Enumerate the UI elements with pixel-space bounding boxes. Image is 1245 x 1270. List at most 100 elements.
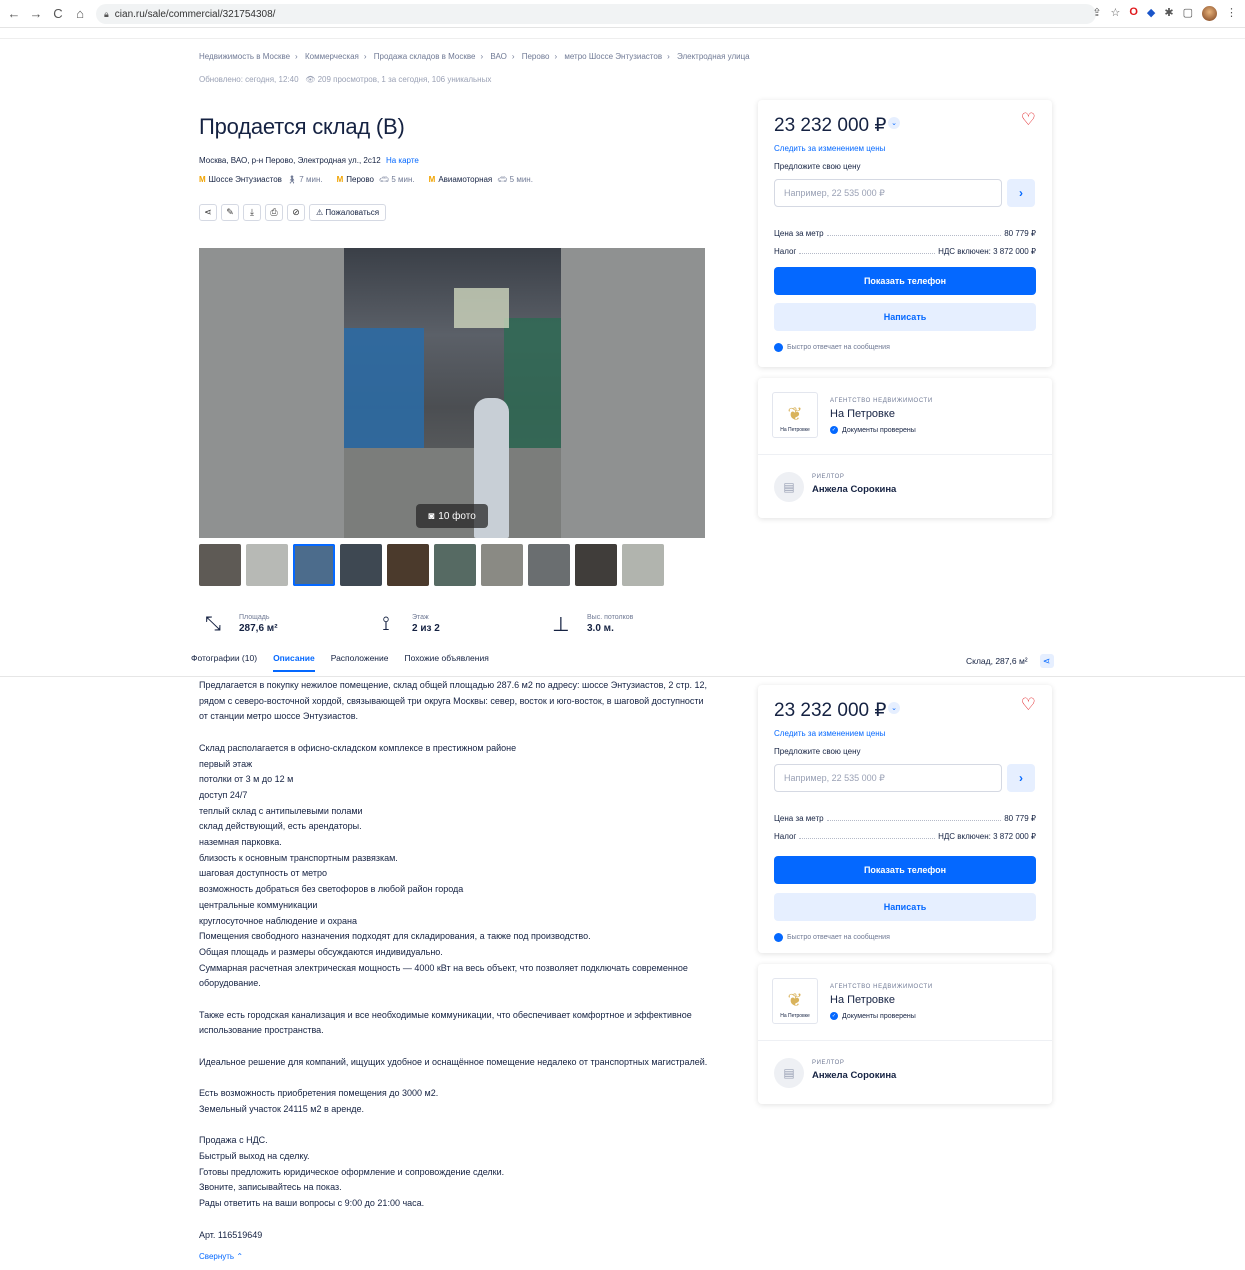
breadcrumb-item[interactable]: Продажа складов в Москве bbox=[374, 52, 476, 61]
description-paragraph: Есть возможность приобретения помещения … bbox=[199, 1088, 439, 1114]
agency-name[interactable]: На Петровке bbox=[830, 994, 895, 1006]
profile-avatar[interactable] bbox=[1202, 6, 1217, 21]
photo-thumbnail[interactable] bbox=[199, 544, 241, 586]
write-message-button[interactable]: Написать bbox=[774, 893, 1036, 921]
price: 23 232 000 ₽ bbox=[774, 700, 887, 721]
agency-name[interactable]: На Петровке bbox=[830, 408, 895, 420]
offer-price-input[interactable]: Например, 22 535 000 ₽ bbox=[774, 179, 1002, 207]
map-link[interactable]: На карте bbox=[386, 156, 419, 165]
bookmark-star-icon[interactable]: ☆ bbox=[1110, 6, 1120, 21]
photo-thumbnail[interactable] bbox=[246, 544, 288, 586]
photo-thumbnail[interactable] bbox=[340, 544, 382, 586]
menu-dots-icon[interactable]: ⋮ bbox=[1226, 6, 1237, 21]
tax-row: Налог НДС включен: 3 872 000 ₽ bbox=[774, 247, 1036, 256]
realtor-name[interactable]: Анжела Сорокина bbox=[812, 1070, 896, 1081]
follow-price-link[interactable]: Следить за изменением цены bbox=[774, 144, 885, 153]
photo-thumbnail[interactable] bbox=[481, 544, 523, 586]
realtor-name[interactable]: Анжела Сорокина bbox=[812, 484, 896, 495]
share-icon[interactable]: ⋖ bbox=[199, 204, 217, 221]
agency-logo-mark-icon: ❦ bbox=[787, 404, 803, 424]
description-paragraph: Также есть городская канализация и все н… bbox=[199, 1009, 692, 1036]
extensions-puzzle-icon[interactable]: ✱ bbox=[1164, 6, 1173, 21]
breadcrumb-item[interactable]: метро Шоссе Энтузиастов bbox=[564, 52, 662, 61]
metro-item[interactable]: M Шоссе Энтузиастов 🚶︎ 7 мин. bbox=[199, 175, 323, 184]
tax-row: Налог НДС включен: 3 872 000 ₽ bbox=[774, 832, 1036, 841]
page-title: Продается склад (B) bbox=[199, 114, 405, 139]
share-page-icon[interactable]: ⇪ bbox=[1092, 6, 1101, 21]
chevron-down-icon[interactable]: ⌄ bbox=[888, 702, 900, 714]
home-icon[interactable]: ⌂ bbox=[72, 6, 88, 21]
photo-thumbnail[interactable] bbox=[575, 544, 617, 586]
section-tabs: Фотографии (10) Описание Расположение По… bbox=[191, 653, 489, 672]
url-text: cian.ru/sale/commercial/321754308/ bbox=[114, 8, 276, 20]
hide-icon[interactable]: ⊘ bbox=[287, 204, 305, 221]
summary-text: Склад, 287,6 м² bbox=[966, 656, 1028, 666]
forward-icon[interactable]: → bbox=[28, 6, 44, 21]
sidepanel-icon[interactable]: ▢ bbox=[1183, 6, 1193, 21]
show-phone-button[interactable]: Показать телефон bbox=[774, 267, 1036, 295]
photo-thumbnail[interactable] bbox=[528, 544, 570, 586]
description-paragraph: Идеальное решение для компаний, ищущих у… bbox=[199, 1056, 708, 1067]
ceiling-height-icon: ⊥ bbox=[552, 613, 570, 636]
sticky-summary: Склад, 287,6 м² ⋖ bbox=[966, 654, 1054, 668]
photo-thumbnail[interactable] bbox=[293, 544, 335, 586]
breadcrumb-item[interactable]: Недвижимость в Москве bbox=[199, 52, 290, 61]
complain-button[interactable]: ⚠ Пожаловаться bbox=[309, 204, 387, 221]
edit-icon[interactable]: ✎ bbox=[221, 204, 239, 221]
lock-icon: 🔒︎ bbox=[104, 8, 109, 19]
breadcrumb-item[interactable]: ВАО bbox=[490, 52, 506, 61]
collapse-link[interactable]: Свернуть ⌃ bbox=[199, 1249, 709, 1265]
feature-area: ⤡ Площадь 287,6 м² bbox=[201, 612, 278, 636]
stairs-icon: ⟟ bbox=[382, 612, 390, 635]
favorite-heart-icon[interactable]: ♡ bbox=[1021, 110, 1036, 130]
favorite-heart-icon[interactable]: ♡ bbox=[1021, 695, 1036, 715]
realtor-avatar-icon: ▤ bbox=[774, 472, 804, 502]
tab-description[interactable]: Описание bbox=[273, 653, 315, 672]
offer-submit-button[interactable]: › bbox=[1007, 179, 1035, 207]
views-text: 209 просмотров, 1 за сегодня, 106 уникал… bbox=[317, 75, 492, 84]
agent-card-sticky: ❦ На Петровке АГЕНТСТВО НЕДВИЖИМОСТИ На П… bbox=[758, 964, 1052, 1104]
breadcrumb-item[interactable]: Коммерческая bbox=[305, 52, 359, 61]
metro-icon: M bbox=[428, 175, 436, 184]
tab-location[interactable]: Расположение bbox=[331, 653, 389, 663]
article-number: Арт. 116519649 bbox=[199, 1229, 263, 1240]
reload-icon[interactable]: C bbox=[50, 6, 66, 21]
chevron-right-icon: › bbox=[1019, 186, 1023, 200]
clock-icon bbox=[774, 343, 783, 352]
metro-icon: M bbox=[199, 175, 206, 184]
photo-image bbox=[344, 248, 561, 538]
agency-logo[interactable]: ❦ На Петровке bbox=[772, 392, 818, 438]
offer-label: Предложите свою цену bbox=[774, 162, 861, 171]
shield-extension-icon[interactable]: ◆ bbox=[1147, 6, 1155, 21]
agency-logo[interactable]: ❦ На Петровке bbox=[772, 978, 818, 1024]
share-icon[interactable]: ⋖ bbox=[1039, 654, 1054, 668]
download-icon[interactable]: ⤓ bbox=[243, 204, 261, 221]
offer-price-input[interactable]: Например, 22 535 000 ₽ bbox=[774, 764, 1002, 792]
breadcrumb-item[interactable]: Электродная улица bbox=[677, 52, 750, 61]
chevron-down-icon[interactable]: ⌄ bbox=[888, 117, 900, 129]
metro-icon: M bbox=[336, 175, 344, 184]
photo-thumbnail[interactable] bbox=[622, 544, 664, 586]
photo-thumbnail[interactable] bbox=[387, 544, 429, 586]
back-icon[interactable]: ← bbox=[6, 6, 22, 21]
offer-submit-button[interactable]: › bbox=[1007, 764, 1035, 792]
write-message-button[interactable]: Написать bbox=[774, 303, 1036, 331]
address-text: Москва, ВАО, р-н Перово, Электродная ул.… bbox=[199, 156, 381, 165]
print-icon[interactable]: ⎙ bbox=[265, 204, 283, 221]
description-paragraph: Продажа с НДС. Быстрый выход на сделку. … bbox=[199, 1135, 505, 1209]
tab-similar[interactable]: Похожие объявления bbox=[404, 653, 488, 663]
metro-item[interactable]: M Перово 🚗︎ 5 мин. bbox=[337, 175, 415, 184]
chevron-right-icon: › bbox=[1019, 771, 1023, 785]
tab-photos[interactable]: Фотографии (10) bbox=[191, 653, 257, 663]
photo-count-badge[interactable]: ◙ 10 фото bbox=[416, 504, 488, 528]
address-bar[interactable]: 🔒︎ cian.ru/sale/commercial/321754308/ bbox=[96, 4, 1096, 24]
opera-extension-icon[interactable]: O bbox=[1129, 6, 1138, 21]
follow-price-link[interactable]: Следить за изменением цены bbox=[774, 729, 885, 738]
main-photo[interactable] bbox=[199, 248, 705, 538]
area-icon: ⤡ bbox=[205, 612, 221, 635]
metro-item[interactable]: M Авиамоторная 🚗︎ 5 мин. bbox=[429, 175, 533, 184]
photo-thumbnail[interactable] bbox=[434, 544, 476, 586]
feature-ceiling: ⊥ Выс. потолков 3.0 м. bbox=[549, 612, 633, 636]
breadcrumb-item[interactable]: Перово bbox=[522, 52, 550, 61]
show-phone-button[interactable]: Показать телефон bbox=[774, 856, 1036, 884]
